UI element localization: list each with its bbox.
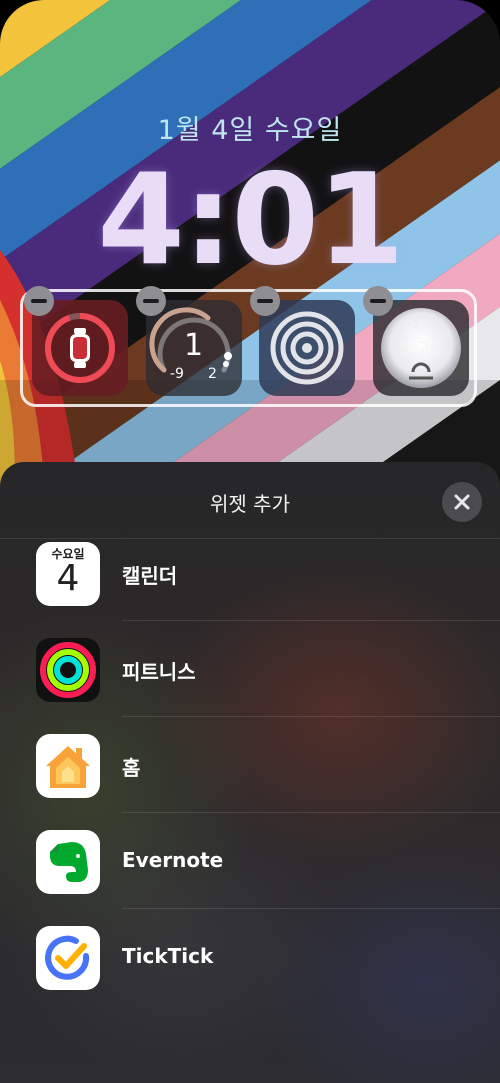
divider: [122, 908, 500, 909]
fitness-icon: [36, 638, 100, 702]
home-icon: [36, 734, 100, 798]
close-button[interactable]: [442, 482, 482, 522]
activity-widget[interactable]: [259, 300, 355, 396]
activity-rings-icon: [259, 300, 355, 396]
app-label: 홈: [122, 756, 141, 780]
ticktick-icon: [36, 926, 100, 990]
app-row-home[interactable]: 홈: [0, 718, 500, 814]
gauge-max: 2: [208, 366, 217, 382]
close-icon: [454, 494, 470, 510]
remove-widget-button[interactable]: [136, 286, 166, 316]
app-label: 캘린더: [122, 564, 178, 588]
sunrise-time: 5:26: [399, 338, 442, 360]
calendar-icon-date: 4: [56, 558, 80, 599]
app-row-calendar[interactable]: 수요일 4 캘린더: [0, 526, 500, 622]
calendar-icon: 수요일 4: [36, 542, 100, 606]
app-row-fitness[interactable]: 피트니스: [0, 622, 500, 718]
lock-screen-editor: 1월 4일 수요일 4:01 1 -9 2 오후 5:26 위젯 추가 수요일 …: [0, 0, 500, 1083]
gauge-min: -9: [170, 366, 184, 382]
lock-date[interactable]: 1월 4일 수요일: [0, 108, 500, 147]
divider: [122, 812, 500, 813]
sheet-title: 위젯 추가: [210, 492, 290, 516]
remove-widget-button[interactable]: [363, 286, 393, 316]
watch-icon: [32, 300, 128, 396]
app-label: TickTick: [122, 944, 214, 968]
remove-widget-button[interactable]: [250, 286, 280, 316]
app-label: 피트니스: [122, 660, 196, 684]
divider: [122, 716, 500, 717]
app-row-evernote[interactable]: Evernote: [0, 814, 500, 910]
sunrise-label: 오후: [403, 319, 429, 335]
gauge-value: 1: [184, 328, 204, 363]
add-widget-sheet: 위젯 추가 수요일 4 캘린더 피트니스 홈 Evernote TickTick: [0, 462, 500, 1083]
app-row-ticktick[interactable]: TickTick: [0, 910, 500, 1006]
evernote-icon: [36, 830, 100, 894]
sunrise-widget[interactable]: 오후 5:26: [373, 300, 469, 396]
lock-time[interactable]: 4:01: [0, 150, 500, 290]
divider: [122, 620, 500, 621]
app-label: Evernote: [122, 848, 224, 872]
battery-widget[interactable]: [32, 300, 128, 396]
remove-widget-button[interactable]: [24, 286, 54, 316]
gauge-widget[interactable]: 1 -9 2: [146, 300, 242, 396]
